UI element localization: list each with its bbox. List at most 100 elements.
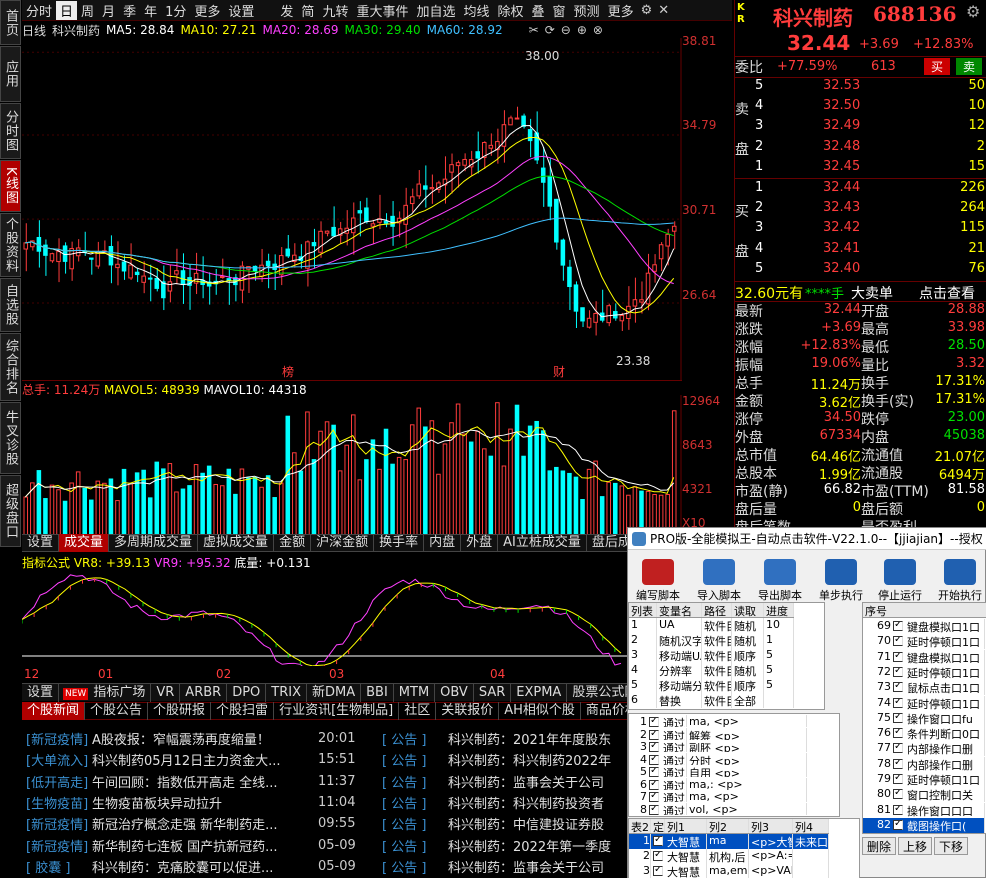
indtab-expma[interactable]: EXPMA bbox=[511, 683, 568, 702]
variable-list[interactable]: 列表变量名路径读取进度1UA软件目随机102随机汉字软件目随机13移动端UA软件… bbox=[628, 602, 825, 710]
action-row[interactable]: 78 内部操作口删 bbox=[863, 756, 985, 772]
menu-timeshare[interactable]: 分时 bbox=[22, 1, 56, 20]
action-checkbox[interactable] bbox=[893, 743, 903, 754]
menu-ma[interactable]: 均线 bbox=[459, 1, 493, 20]
column-header[interactable]: 定 bbox=[651, 819, 665, 833]
menu-overlay[interactable]: 叠 bbox=[528, 1, 549, 20]
indtab-sar[interactable]: SAR bbox=[474, 683, 512, 702]
stop-run-button[interactable]: 停止运行 bbox=[872, 557, 928, 602]
notice-title[interactable]: 科兴制药：科兴制药2022年 bbox=[448, 750, 611, 769]
action-checkbox[interactable] bbox=[893, 682, 903, 693]
step-row[interactable]: 5 通过自用 <p> bbox=[629, 765, 807, 777]
export-script-button[interactable]: 导出脚本 bbox=[752, 557, 808, 602]
subtab-amount[interactable]: 金额 bbox=[274, 534, 312, 552]
news-row[interactable]: [大单流入] 科兴制药05月12日主力资金大... 15:51 bbox=[26, 749, 356, 770]
news-row[interactable]: [新冠疫情] 新华制药七连板 国产抗新冠药... 05-09 bbox=[26, 835, 356, 856]
action-row[interactable]: 74 延时停顿口1口 bbox=[863, 695, 985, 711]
write-script-button[interactable]: 编写脚本 bbox=[630, 557, 686, 602]
column-header[interactable]: 列2 bbox=[707, 819, 749, 833]
side-tab-profile[interactable]: 个股资料 bbox=[0, 213, 21, 277]
ask-row[interactable]: 1 32.45 15 bbox=[735, 158, 986, 178]
step-row[interactable]: 3 通过副胚 <p> bbox=[629, 740, 807, 752]
notice-title[interactable]: 科兴制药：2022年第一季度 bbox=[448, 836, 611, 855]
indtab-vr[interactable]: VR bbox=[151, 683, 181, 702]
bottom-checkbox[interactable] bbox=[653, 866, 663, 876]
bid-row[interactable]: 3 32.42 115 bbox=[735, 219, 986, 239]
cai-marker[interactable]: 财 bbox=[553, 363, 565, 380]
notice-title[interactable]: 科兴制药：科兴制药投资者 bbox=[448, 793, 604, 812]
variable-row[interactable]: 5移动端分辨软件目顺序5 bbox=[629, 678, 794, 693]
notice-title[interactable]: 科兴制药：监事会关于公司 bbox=[448, 772, 604, 791]
move-down-button[interactable]: 下移 bbox=[934, 837, 969, 855]
action-checkbox[interactable] bbox=[893, 804, 903, 815]
side-tab-kline[interactable]: K线图 bbox=[0, 160, 21, 212]
script-steps[interactable]: 1通过ma, <p>2通过解筹 <p>3通过副胚 <p>4通过分时 <p>5通过… bbox=[628, 713, 840, 817]
indtab-arbr[interactable]: ARBR bbox=[180, 683, 228, 702]
bottom-table[interactable]: 表2定列1列2列3列41大智慧ma<p>大智未来口2大智慧机构,后<p>A:=3… bbox=[628, 818, 860, 878]
ask-row[interactable]: 5 32.53 50 bbox=[735, 77, 986, 97]
column-header[interactable]: 列1 bbox=[665, 819, 707, 833]
action-row[interactable]: 80 窗口控制口关 bbox=[863, 787, 985, 803]
action-row[interactable]: 70 延时停顿口1口 bbox=[863, 634, 985, 650]
subtab-outer[interactable]: 外盘 bbox=[461, 534, 499, 552]
news-row[interactable]: [新冠疫情] 新冠治疗概念走强 新华制药走... 09:55 bbox=[26, 813, 356, 834]
newstab-notice[interactable]: 个股公告 bbox=[85, 702, 149, 720]
news-title[interactable]: A股夜报：窄幅震荡再度缩量！ bbox=[92, 729, 310, 748]
side-tab-apps[interactable]: 应用 bbox=[0, 46, 21, 102]
notice-row[interactable]: [ 公告 ] 科兴制药：监事会关于公司 bbox=[382, 856, 627, 877]
step-row[interactable]: 8 通过vol, <p> bbox=[629, 802, 807, 815]
action-checkbox[interactable] bbox=[893, 651, 903, 662]
notice-title[interactable]: 科兴制药：2021年年度股东 bbox=[448, 729, 611, 748]
side-tab-timeshare[interactable]: 分时图 bbox=[0, 103, 21, 159]
start-run-button[interactable]: 开始执行 bbox=[932, 557, 986, 602]
buy-button[interactable]: 买 bbox=[924, 58, 950, 75]
notice-row[interactable]: [ 公告 ] 科兴制药：监事会关于公司 bbox=[382, 771, 627, 792]
column-header[interactable]: 序号 bbox=[863, 603, 986, 617]
step-checkbox[interactable] bbox=[649, 717, 659, 727]
move-up-button[interactable]: 上移 bbox=[898, 837, 933, 855]
notice-title[interactable]: 科兴制药：监事会关于公司 bbox=[448, 857, 604, 876]
menu-settings[interactable]: 设置 bbox=[224, 1, 258, 20]
variable-row[interactable]: 4分辨率软件目随机5 bbox=[629, 663, 794, 678]
step-row[interactable]: 4 通过分时 <p> bbox=[629, 752, 807, 765]
step-checkbox[interactable] bbox=[649, 767, 659, 777]
menu-1min[interactable]: 1分 bbox=[161, 1, 190, 20]
action-row[interactable]: 72 延时停顿口1口 bbox=[863, 664, 985, 680]
action-row[interactable]: 73 鼠标点击口1口 bbox=[863, 680, 985, 696]
notice-row[interactable]: [ 公告 ] 科兴制药：科兴制药2022年 bbox=[382, 749, 627, 770]
menu-more2[interactable]: 更多 bbox=[604, 1, 638, 20]
news-row[interactable]: [生物疫苗] 生物疫苗板块异动拉升 11:04 bbox=[26, 792, 356, 813]
action-row[interactable]: 82 截图操作口( bbox=[863, 817, 985, 833]
subtab-multiperiod[interactable]: 多周期成交量 bbox=[109, 534, 199, 552]
big-order-view-link[interactable]: 点击查看 bbox=[919, 283, 975, 303]
action-list[interactable]: 序号69键盘模拟口1口70延时停顿口1口71键盘模拟口1口72延时停顿口1口73… bbox=[862, 602, 986, 834]
notice-row[interactable]: [ 公告 ] 科兴制药：2022年第一季度 bbox=[382, 835, 627, 856]
action-checkbox[interactable] bbox=[893, 636, 903, 647]
action-checkbox[interactable] bbox=[893, 774, 903, 784]
zoom-out-icon[interactable]: ⊖ bbox=[561, 23, 571, 37]
side-tab-home[interactable]: 首页 bbox=[0, 0, 21, 45]
action-checkbox[interactable] bbox=[893, 819, 903, 830]
close-icon[interactable]: ✕ bbox=[655, 3, 672, 18]
step-checkbox[interactable] bbox=[649, 742, 659, 752]
action-row[interactable]: 77 内部操作口删 bbox=[863, 741, 985, 757]
column-header[interactable]: 列表 bbox=[629, 603, 657, 617]
action-row[interactable]: 75 操作窗口口fu bbox=[863, 710, 985, 726]
news-row[interactable]: [新冠疫情] A股夜报：窄幅震荡再度缩量！ 20:01 bbox=[26, 728, 356, 749]
newstab-related[interactable]: 关联报价 bbox=[436, 702, 500, 720]
news-row[interactable]: [低开高走] 午间回顾：指数低开高走 全线... 11:37 bbox=[26, 771, 356, 792]
menu-fa[interactable]: 发 bbox=[276, 1, 297, 20]
news-title[interactable]: 科兴制药：克痛胶囊可以促进... bbox=[92, 857, 310, 876]
indtab-bbi[interactable]: BBI bbox=[361, 683, 394, 702]
menu-nine[interactable]: 九转 bbox=[318, 1, 352, 20]
newstab-community[interactable]: 社区 bbox=[399, 702, 437, 720]
subtab-virtual[interactable]: 虚拟成交量 bbox=[198, 534, 275, 552]
menu-year[interactable]: 年 bbox=[140, 1, 161, 20]
newstab-research[interactable]: 个股研报 bbox=[148, 702, 212, 720]
news-title[interactable]: 新华制药七连板 国产抗新冠药... bbox=[92, 836, 310, 855]
menu-forecast[interactable]: 预测 bbox=[570, 1, 604, 20]
action-row[interactable]: 79 延时停顿口1口 bbox=[863, 772, 985, 787]
step-row[interactable]: 1 通过ma, <p> bbox=[629, 715, 807, 727]
action-checkbox[interactable] bbox=[893, 728, 903, 739]
scissors-icon[interactable]: ✂ bbox=[529, 23, 539, 37]
